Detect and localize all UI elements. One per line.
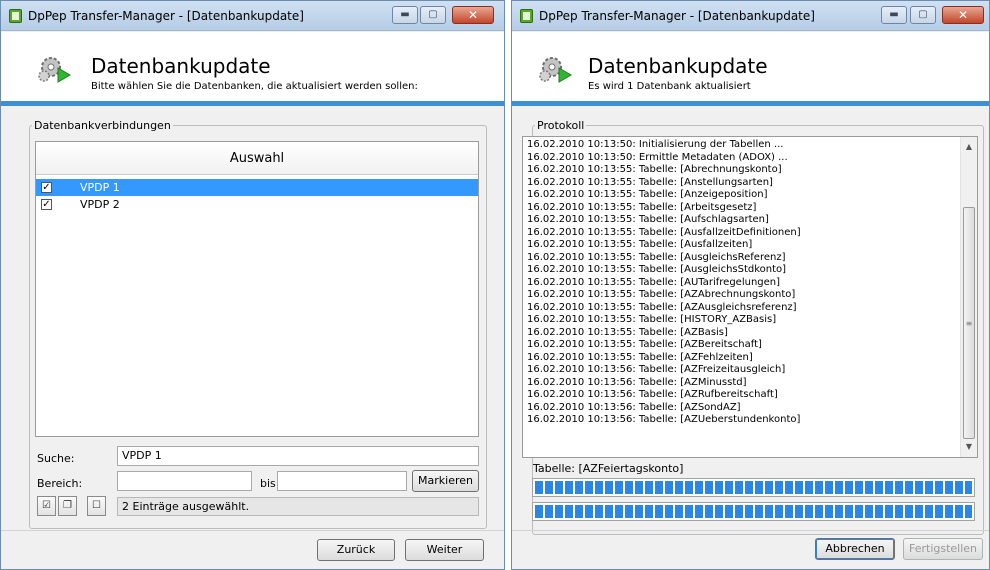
group-label: Protokoll (537, 119, 585, 132)
title-bar[interactable]: DpPep Transfer-Manager - [Datenbankupdat… (1, 1, 504, 31)
close-button[interactable]: ✕ (452, 6, 494, 24)
log-entry: 16.02.2010 10:13:56: Tabelle: [AZMinusst… (527, 376, 747, 388)
column-header-auswahl[interactable]: Auswahl (36, 142, 478, 175)
item-label: VPDP 1 (80, 181, 120, 194)
progress-bar-table (532, 478, 975, 497)
accent-bar (1, 101, 504, 106)
log-entry: 16.02.2010 10:13:55: Tabelle: [Ausgleich… (527, 264, 787, 275)
log-entry: 16.02.2010 10:13:55: Tabelle: [Anzeigepo… (527, 189, 768, 200)
database-list[interactable]: Auswahl ✓ VPDP 1 ✓ VPDP 2 (35, 141, 479, 437)
group-label: Datenbankverbindungen (34, 119, 171, 132)
progress-fill (535, 505, 972, 518)
log-entry: 16.02.2010 10:13:55: Tabelle: [AUTarifre… (527, 276, 781, 288)
item-checkbox[interactable]: ✓ (41, 199, 52, 210)
range-label: Bereich: (37, 477, 83, 490)
divider (1, 530, 504, 531)
selection-status: 2 Einträge ausgewählt. (117, 497, 479, 516)
log-entry: 16.02.2010 10:13:55: Tabelle: [Aufschlag… (527, 214, 769, 225)
window-title: DpPep Transfer-Manager - [Datenbankupdat… (28, 9, 304, 23)
log-entry: 16.02.2010 10:13:55: Tabelle: [Abrechnun… (527, 164, 782, 175)
list-item[interactable]: ✓ VPDP 1 (36, 179, 478, 196)
uncheck-all-icon[interactable]: ☐ (87, 496, 106, 516)
log-entry: 16.02.2010 10:13:56: Tabelle: [AZUeberst… (527, 414, 801, 425)
gears-icon (38, 57, 71, 83)
finish-button[interactable]: Fertigstellen (903, 538, 983, 560)
divider (512, 530, 989, 531)
minimize-button[interactable]: ▬ (881, 6, 907, 24)
log-entry: 16.02.2010 10:13:50: Ermittle Metadaten … (527, 151, 788, 163)
log-entry: 16.02.2010 10:13:55: Tabelle: [HISTORY_A… (527, 314, 777, 325)
log-lines: 16.02.2010 10:13:50: Initialisierung der… (527, 139, 957, 427)
log-entry: 16.02.2010 10:13:56: Tabelle: [AZSondAZ] (527, 401, 741, 413)
close-button[interactable]: ✕ (942, 6, 984, 24)
progress-fill (535, 481, 972, 494)
log-entry: 16.02.2010 10:13:55: Tabelle: [Ausfallze… (527, 239, 753, 250)
list-item[interactable]: ✓ VPDP 2 (36, 196, 478, 213)
next-button[interactable]: Weiter (405, 539, 484, 561)
scroll-down-icon[interactable]: ▼ (961, 439, 977, 455)
log-entry: 16.02.2010 10:13:55: Tabelle: [AZBereits… (527, 339, 762, 350)
log-listbox[interactable]: 16.02.2010 10:13:50: Initialisierung der… (522, 136, 978, 458)
log-entry: 16.02.2010 10:13:55: Tabelle: [AZAusglei… (527, 301, 797, 313)
log-entry: 16.02.2010 10:13:56: Tabelle: [AZFreizei… (527, 364, 786, 375)
copy-icon[interactable]: ❐ (58, 496, 77, 516)
range-to-input[interactable] (277, 471, 407, 491)
minimize-button[interactable]: ▬ (392, 6, 418, 24)
title-bar[interactable]: DpPep Transfer-Manager - [Datenbankupdat… (512, 1, 989, 31)
header-title: Datenbankupdate (588, 54, 768, 78)
cancel-button[interactable]: Abbrechen (815, 538, 895, 560)
item-checkbox[interactable]: ✓ (41, 182, 52, 193)
wizard-header: Datenbankupdate Bitte wählen Sie die Dat… (1, 32, 504, 101)
log-entry: 16.02.2010 10:13:55: Tabelle: [Ausfallze… (527, 226, 801, 238)
log-entry: 16.02.2010 10:13:55: Tabelle: [Ausgleich… (527, 251, 786, 263)
search-input[interactable]: VPDP 1 (117, 446, 479, 466)
item-label: VPDP 2 (80, 198, 120, 211)
app-icon (520, 9, 533, 23)
maximize-button[interactable]: ▢ (420, 6, 446, 24)
maximize-button[interactable]: ▢ (910, 6, 936, 24)
check-all-icon[interactable]: ☑ (37, 496, 56, 516)
progress-bar-overall (532, 502, 975, 521)
mark-button[interactable]: Markieren (412, 470, 479, 492)
header-title: Datenbankupdate (91, 54, 271, 78)
log-entry: 16.02.2010 10:13:55: Tabelle: [Anstellun… (527, 176, 773, 188)
search-label: Suche: (37, 452, 75, 465)
header-subtitle: Bitte wählen Sie die Datenbanken, die ak… (91, 81, 418, 92)
database-selection-window: DpPep Transfer-Manager - [Datenbankupdat… (0, 0, 505, 570)
back-button[interactable]: Zurück (317, 539, 395, 561)
wizard-header: Datenbankupdate Es wird 1 Datenbank aktu… (512, 32, 989, 101)
header-subtitle: Es wird 1 Datenbank aktualisiert (588, 81, 751, 92)
vertical-scrollbar[interactable]: ▲ ≡ ▼ (960, 137, 977, 457)
log-entry: 16.02.2010 10:13:55: Tabelle: [Arbeitsge… (527, 201, 757, 213)
window-title: DpPep Transfer-Manager - [Datenbankupdat… (539, 9, 815, 23)
range-to-label: bis (260, 477, 276, 490)
log-entry: 16.02.2010 10:13:50: Initialisierung der… (527, 139, 784, 150)
log-entry: 16.02.2010 10:13:55: Tabelle: [AZAbrechn… (527, 289, 796, 300)
log-entry: 16.02.2010 10:13:56: Tabelle: [AZRufbere… (527, 389, 778, 400)
log-entry: 16.02.2010 10:13:55: Tabelle: [AZFehlzei… (527, 351, 753, 363)
app-icon (9, 9, 22, 23)
scroll-thumb[interactable]: ≡ (963, 207, 975, 439)
accent-bar (512, 101, 989, 106)
gears-icon (539, 57, 572, 83)
current-table-label: Tabelle: [AZFeiertagskonto] (533, 462, 684, 475)
range-from-input[interactable] (117, 471, 252, 491)
scroll-up-icon[interactable]: ▲ (961, 139, 977, 155)
log-entry: 16.02.2010 10:13:55: Tabelle: [AZBasis] (527, 326, 728, 338)
